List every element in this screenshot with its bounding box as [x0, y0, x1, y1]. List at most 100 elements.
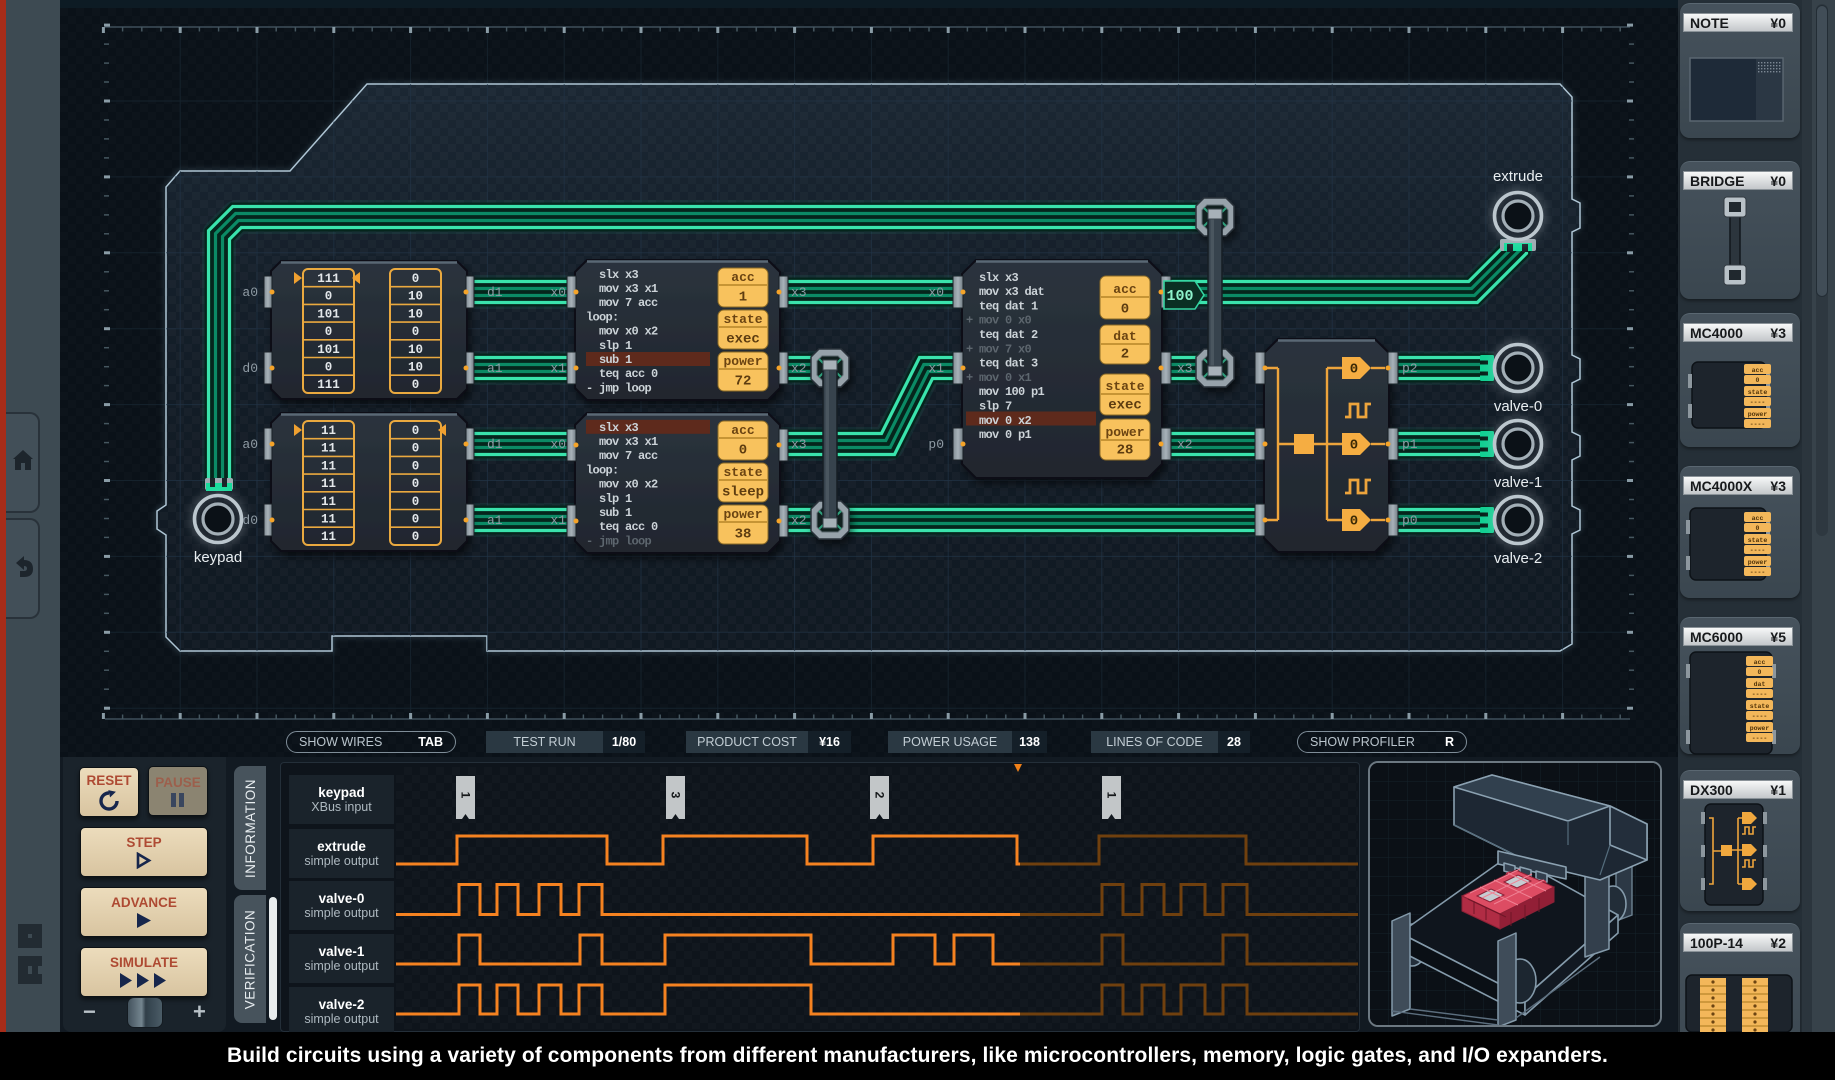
svg-text:----: ----: [1750, 399, 1766, 406]
svg-text:slp 7: slp 7: [966, 400, 1012, 414]
svg-text:----: ----: [1752, 735, 1768, 742]
svg-text:extrude: extrude: [1493, 168, 1543, 185]
svg-text:----: ----: [1750, 569, 1766, 576]
svg-text:- jmp loop: - jmp loop: [586, 534, 652, 548]
svg-text:teq acc 0: teq acc 0: [586, 520, 658, 534]
svg-text:power: power: [1748, 411, 1768, 418]
svg-text:state: state: [723, 312, 762, 327]
svg-text:slx x3: slx x3: [966, 271, 1019, 285]
svg-text:----: ----: [1752, 691, 1768, 698]
svg-text:p0: p0: [928, 437, 944, 452]
svg-text:teq dat 3: teq dat 3: [966, 357, 1038, 371]
svg-text:power: power: [723, 354, 762, 369]
svg-text:1: 1: [459, 792, 473, 799]
svg-text:p1: p1: [1402, 437, 1418, 452]
svg-text:a0: a0: [242, 437, 258, 452]
svg-text:101: 101: [317, 307, 340, 321]
svg-text:x2: x2: [791, 361, 807, 376]
svg-text:1: 1: [739, 290, 747, 306]
svg-text:0: 0: [412, 325, 420, 339]
svg-text:0: 0: [1756, 525, 1760, 532]
svg-text:mov 7 acc: mov 7 acc: [586, 296, 658, 310]
svg-text:2: 2: [1121, 347, 1129, 363]
svg-text:x0: x0: [550, 285, 566, 300]
svg-text:11: 11: [321, 442, 336, 456]
svg-text:0: 0: [325, 325, 333, 339]
svg-text:d0: d0: [242, 361, 258, 376]
svg-text:acc: acc: [1752, 515, 1764, 522]
svg-text:mov x3 dat: mov x3 dat: [966, 285, 1045, 299]
svg-text:state: state: [1105, 379, 1144, 394]
svg-text:0: 0: [1756, 377, 1760, 384]
svg-text:a1: a1: [487, 361, 503, 376]
svg-text:valve-2: valve-2: [1494, 550, 1542, 567]
svg-text:sub 1: sub 1: [586, 506, 632, 520]
svg-text:11: 11: [321, 513, 336, 527]
svg-text:valve-0: valve-0: [1494, 398, 1542, 415]
svg-text:power: power: [1750, 725, 1770, 732]
svg-text:0: 0: [412, 495, 420, 509]
svg-text:mov x3 x1: mov x3 x1: [586, 435, 658, 449]
svg-text:acc: acc: [731, 270, 755, 285]
svg-text:mov x0 x2: mov x0 x2: [586, 325, 658, 339]
svg-text:dat: dat: [1113, 329, 1136, 344]
svg-text:x0: x0: [928, 285, 944, 300]
svg-text:p0: p0: [1402, 513, 1418, 528]
svg-text:100: 100: [1166, 288, 1193, 305]
svg-text:11: 11: [321, 459, 336, 473]
svg-text:power: power: [1105, 425, 1144, 440]
svg-text:0: 0: [412, 424, 420, 438]
svg-text:loop:: loop:: [586, 463, 619, 477]
svg-text:d1: d1: [487, 437, 503, 452]
svg-text:a1: a1: [487, 513, 503, 528]
svg-text:teq dat 1: teq dat 1: [966, 299, 1038, 313]
svg-text:slx x3: slx x3: [586, 421, 639, 435]
svg-text:acc: acc: [1752, 367, 1764, 374]
svg-text:mov x0 x2: mov x0 x2: [586, 478, 658, 492]
svg-text:x2: x2: [791, 513, 807, 528]
svg-text:----: ----: [1750, 547, 1766, 554]
svg-text:0: 0: [412, 378, 420, 392]
svg-text:x2: x2: [1177, 437, 1193, 452]
svg-text:power: power: [1748, 559, 1768, 566]
svg-text:0: 0: [412, 530, 420, 544]
svg-text:sleep: sleep: [722, 485, 764, 501]
svg-text:11: 11: [321, 530, 336, 544]
svg-text:a0: a0: [242, 285, 258, 300]
svg-text:0: 0: [412, 272, 420, 286]
svg-text:72: 72: [735, 374, 752, 390]
svg-text:teq acc 0: teq acc 0: [586, 367, 658, 381]
svg-text:state: state: [1748, 537, 1768, 544]
svg-text:acc: acc: [1113, 282, 1137, 297]
svg-text:0: 0: [325, 290, 333, 304]
svg-text:38: 38: [735, 527, 752, 543]
svg-text:28: 28: [1117, 443, 1134, 459]
svg-text:loop:: loop:: [586, 310, 619, 324]
svg-text:0: 0: [1758, 669, 1762, 676]
svg-text:x3: x3: [1177, 361, 1193, 376]
svg-text:slp 1: slp 1: [586, 339, 632, 353]
svg-text:mov 100 p1: mov 100 p1: [966, 385, 1045, 399]
svg-text:slx x3: slx x3: [586, 268, 639, 282]
svg-text:state: state: [1748, 389, 1768, 396]
svg-text:0: 0: [1350, 438, 1358, 454]
svg-text:d0: d0: [242, 513, 258, 528]
svg-text:exec: exec: [726, 332, 760, 348]
svg-text:mov 7 acc: mov 7 acc: [586, 449, 658, 463]
svg-text:11: 11: [321, 477, 336, 491]
svg-text:state: state: [1750, 703, 1770, 710]
svg-text:mov x3 x1: mov x3 x1: [586, 282, 658, 296]
svg-text:111: 111: [317, 272, 340, 286]
svg-text:0: 0: [739, 443, 747, 459]
svg-text:acc: acc: [731, 423, 755, 438]
svg-text:slp 1: slp 1: [586, 492, 632, 506]
svg-text:teq dat 2: teq dat 2: [966, 328, 1038, 342]
svg-text:10: 10: [408, 361, 423, 375]
svg-text:0: 0: [1350, 362, 1358, 378]
svg-text:x3: x3: [791, 437, 807, 452]
svg-text:valve-1: valve-1: [1494, 474, 1542, 491]
svg-text:mov 0 x2: mov 0 x2: [966, 414, 1032, 428]
svg-text:3: 3: [669, 792, 683, 799]
svg-text:+ mov 0 x0: + mov 0 x0: [966, 314, 1032, 328]
svg-text:x3: x3: [791, 285, 807, 300]
